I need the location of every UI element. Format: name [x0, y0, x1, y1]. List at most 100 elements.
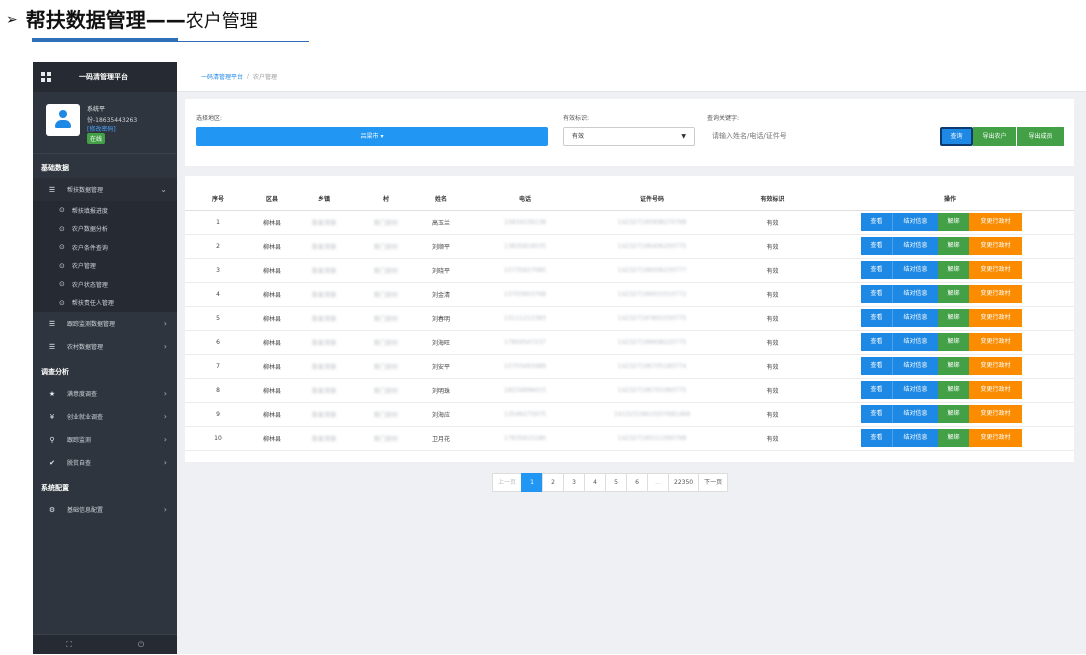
sidebar-sub-farmer-status[interactable]: ⊙ 农户状态管理: [33, 275, 177, 294]
view-button[interactable]: 查看: [861, 261, 892, 279]
cell-ops: 查看 结对信息 解绑 变更行政村: [826, 426, 1074, 451]
view-button[interactable]: 查看: [861, 429, 892, 447]
cell-valid: 有效: [719, 306, 826, 331]
user-name: 系统平: [87, 106, 106, 113]
pair-info-button[interactable]: 结对信息: [892, 429, 938, 447]
pair-info-button[interactable]: 结对信息: [892, 405, 938, 423]
view-button[interactable]: 查看: [861, 309, 892, 327]
view-button[interactable]: 查看: [861, 285, 892, 303]
cell-idx: 9: [185, 402, 251, 427]
sidebar-item-follow[interactable]: ⚲ 跟踪监测 ›: [33, 428, 177, 451]
list-icon: ☰: [48, 185, 56, 194]
cell-valid: 有效: [719, 234, 826, 259]
cell-valid: 有效: [719, 426, 826, 451]
query-button[interactable]: 查询: [940, 127, 973, 146]
sidebar-sub-farmer-mgmt[interactable]: ⊙ 农户管理: [33, 256, 177, 275]
cell-ops: 查看 结对信息 解绑 变更行政村: [826, 330, 1074, 355]
change-village-button[interactable]: 变更行政村: [969, 285, 1022, 303]
keyword-input[interactable]: [707, 127, 937, 146]
export-member-button[interactable]: 导出成员: [1017, 127, 1064, 146]
cell-ops: 查看 结对信息 解绑 变更行政村: [826, 234, 1074, 259]
change-village-button[interactable]: 变更行政村: [969, 309, 1022, 327]
table-row: 8 柳林县 陈家湾镇 新门前村 刘明珠 18234698415 14232719670106…: [185, 378, 1074, 403]
sidebar-item-help-data[interactable]: ☰ 帮扶数据管理 ⌄: [33, 178, 177, 201]
unbind-button[interactable]: 解绑: [938, 213, 969, 231]
view-button[interactable]: 查看: [861, 237, 892, 255]
pair-info-button[interactable]: 结对信息: [892, 237, 938, 255]
sidebar-item-employment[interactable]: ¥ 创业就业调查 ›: [33, 405, 177, 428]
unbind-button[interactable]: 解绑: [938, 429, 969, 447]
export-farmer-button[interactable]: 导出农户: [973, 127, 1016, 146]
view-button[interactable]: 查看: [861, 333, 892, 351]
next-page-button[interactable]: 下一页: [698, 473, 729, 492]
col-header-village: 村: [355, 188, 417, 211]
unbind-button[interactable]: 解绑: [938, 309, 969, 327]
unbind-button[interactable]: 解绑: [938, 333, 969, 351]
grid-menu-icon[interactable]: [41, 72, 51, 82]
unbind-button[interactable]: 解绑: [938, 405, 969, 423]
prev-page-button[interactable]: 上一页: [492, 473, 523, 492]
view-button[interactable]: 查看: [861, 357, 892, 375]
fullscreen-icon[interactable]: ⛶: [33, 635, 105, 654]
page-button[interactable]: 5: [605, 473, 628, 492]
pair-info-button[interactable]: 结对信息: [892, 357, 938, 375]
view-button[interactable]: 查看: [861, 381, 892, 399]
region-select-button[interactable]: 吕梁市 ▾: [196, 127, 548, 146]
sidebar-item-poverty[interactable]: ✔ 脱贫自查 ›: [33, 451, 177, 474]
user-panel: 系统平 份-18635443263 [修改密码] 在线: [33, 92, 177, 154]
pair-info-button[interactable]: 结对信息: [892, 333, 938, 351]
change-village-button[interactable]: 变更行政村: [969, 381, 1022, 399]
sidebar-sub-fill-progress[interactable]: ⊙ 帮扶填报进度: [33, 201, 177, 220]
page-button[interactable]: 4: [584, 473, 607, 492]
pair-info-button[interactable]: 结对信息: [892, 381, 938, 399]
unbind-button[interactable]: 解绑: [938, 285, 969, 303]
cell-idx: 10: [185, 426, 251, 451]
page-button[interactable]: 1: [521, 473, 544, 492]
sidebar-item-track[interactable]: ☰ 跟踪监测数据管理 ›: [33, 312, 177, 335]
unbind-button[interactable]: 解绑: [938, 237, 969, 255]
sidebar-item-village[interactable]: ☰ 农村数据管理 ›: [33, 335, 177, 358]
change-village-button[interactable]: 变更行政村: [969, 333, 1022, 351]
sidebar-sub-farmer-query[interactable]: ⊙ 农户条件查询: [33, 238, 177, 257]
cell-idx: 2: [185, 234, 251, 259]
sidebar-sub-responsible[interactable]: ⊙ 帮扶责任人管理: [33, 293, 177, 312]
page-button[interactable]: 2: [542, 473, 565, 492]
change-village-button[interactable]: 变更行政村: [969, 213, 1022, 231]
change-village-button[interactable]: 变更行政村: [969, 405, 1022, 423]
power-icon[interactable]: ⏻: [105, 635, 177, 654]
pair-info-button[interactable]: 结对信息: [892, 261, 938, 279]
page-button[interactable]: 3: [563, 473, 586, 492]
sidebar-item-base-config[interactable]: ⚙ 基础信息配置 ›: [33, 498, 177, 521]
cell-village: 新门前村: [355, 330, 417, 355]
page-button[interactable]: 22350: [668, 473, 700, 492]
pair-info-button[interactable]: 结对信息: [892, 309, 938, 327]
table-row: 5 柳林县 陈家湾镇 新门前村 刘春明 13111212383 14232719780103…: [185, 306, 1074, 331]
sidebar-sub-farmer-analysis[interactable]: ⊙ 农户数据分析: [33, 219, 177, 238]
cell-town: 陈家湾镇: [293, 426, 355, 451]
valid-select[interactable]: 有效 ▼: [563, 127, 695, 146]
sidebar-item-label: 跟踪监测: [67, 437, 92, 444]
cell-idx: 5: [185, 306, 251, 331]
cell-name: 刘海应: [417, 402, 465, 427]
change-village-button[interactable]: 变更行政村: [969, 357, 1022, 375]
change-village-button[interactable]: 变更行政村: [969, 429, 1022, 447]
change-village-button[interactable]: 变更行政村: [969, 261, 1022, 279]
pagination: 上一页 1 2 3 4 5 6 ... 22350 下一页: [492, 473, 729, 492]
unbind-button[interactable]: 解绑: [938, 381, 969, 399]
col-header-valid: 有效标识: [719, 188, 826, 211]
view-button[interactable]: 查看: [861, 405, 892, 423]
unbind-button[interactable]: 解绑: [938, 261, 969, 279]
circle-dot-icon: ⊙: [59, 280, 65, 289]
cell-id-no: 142327196608220775: [585, 330, 719, 355]
change-password-link[interactable]: [修改密码]: [87, 124, 116, 133]
unbind-button[interactable]: 解绑: [938, 357, 969, 375]
cell-id-no: 142327196406200775: [585, 234, 719, 259]
pair-info-button[interactable]: 结对信息: [892, 213, 938, 231]
sidebar-item-satisfaction[interactable]: ★ 满意度调查 ›: [33, 382, 177, 405]
breadcrumb-root[interactable]: 一码清管理平台: [201, 72, 243, 81]
cell-id-no: 142327195511090768: [585, 426, 719, 451]
view-button[interactable]: 查看: [861, 213, 892, 231]
page-button[interactable]: 6: [626, 473, 649, 492]
pair-info-button[interactable]: 结对信息: [892, 285, 938, 303]
change-village-button[interactable]: 变更行政村: [969, 237, 1022, 255]
